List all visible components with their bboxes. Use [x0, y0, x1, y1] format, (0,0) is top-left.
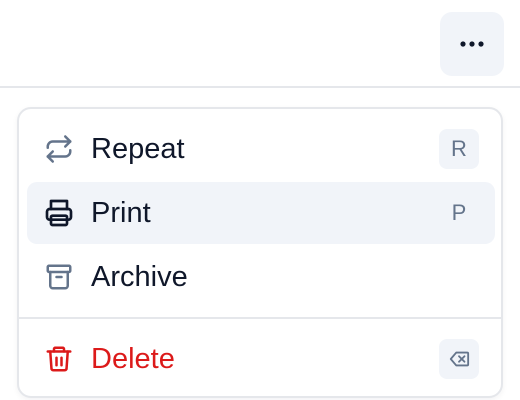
menu-item-label: Repeat: [91, 133, 185, 165]
menu-item-print[interactable]: Print P: [27, 182, 495, 244]
more-options-button[interactable]: [440, 12, 504, 76]
repeat-icon: [43, 133, 75, 165]
menu-item-archive[interactable]: Archive: [27, 246, 495, 308]
top-bar: [0, 0, 520, 88]
dropdown-menu: Repeat R Print P Archive Delete: [17, 107, 503, 398]
menu-divider: [19, 317, 501, 319]
backspace-icon: [449, 351, 470, 367]
menu-item-repeat[interactable]: Repeat R: [27, 118, 495, 180]
printer-icon: [43, 197, 75, 229]
menu-item-label: Delete: [91, 343, 175, 375]
more-horizontal-icon: [460, 41, 484, 47]
shortcut-badge: R: [439, 129, 479, 169]
shortcut-badge: P: [451, 200, 467, 225]
trash-icon: [43, 343, 75, 375]
menu-item-delete[interactable]: Delete: [27, 328, 495, 390]
menu-item-label: Print: [91, 197, 151, 229]
menu-item-label: Archive: [91, 261, 188, 293]
shortcut-badge: [439, 339, 479, 379]
archive-icon: [43, 261, 75, 293]
